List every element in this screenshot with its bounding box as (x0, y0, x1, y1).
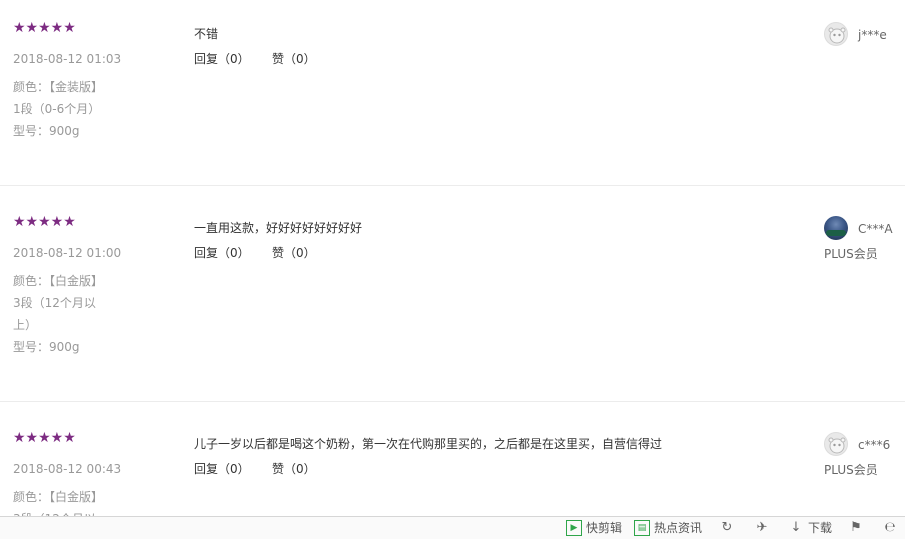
pin-button[interactable]: ✈ (754, 520, 770, 536)
product-attr-color: 颜色：【白金版】 (13, 490, 104, 504)
default-avatar-icon (828, 437, 846, 454)
review-content: 一直用这款，好好好好好好好好 (194, 221, 363, 235)
review-item: ★★★★★ 2018-08-12 00:43 颜色：【白金版】 3段（12个月以… (0, 402, 905, 516)
product-attr-color: 颜色：【白金版】 (13, 274, 104, 288)
ie-icon: ℮ (884, 520, 896, 535)
username[interactable]: C***A (858, 222, 893, 236)
default-avatar-icon (828, 27, 846, 44)
product-attr-stage: 3段（12个月以上） (13, 296, 96, 332)
review-item: ★★★★★ 2018-08-12 01:00 颜色：【白金版】 3段（12个月以… (0, 186, 905, 401)
review-actions: 回复（0） 赞（0） (194, 51, 316, 67)
reply-button[interactable]: 回复（0） (194, 461, 272, 477)
like-button[interactable]: 赞（0） (272, 51, 316, 67)
username[interactable]: j***e (858, 28, 887, 42)
review-date: 2018-08-12 01:00 (13, 246, 122, 260)
refresh-icon: ↻ (721, 520, 733, 535)
quick-cut-button[interactable]: ▶ 快剪辑 (566, 520, 622, 536)
product-attr-model: 型号：900g (13, 124, 80, 138)
avatar[interactable] (824, 432, 848, 456)
browser-status-bar: ▶ 快剪辑 ▤ 热点资讯 ↻ ✈ ↓ 下载 ⚑ ℮ (0, 516, 905, 539)
play-square-icon: ▶ (566, 520, 582, 536)
product-attr-stage: 3段（12个月以 (13, 508, 105, 516)
product-attr-color: 颜色：【金装版】 (13, 80, 104, 94)
avatar[interactable] (824, 22, 848, 46)
pin-icon: ✈ (756, 520, 768, 535)
product-attr-model: 型号：900g (13, 340, 80, 354)
hot-news-button[interactable]: ▤ 热点资讯 (634, 520, 702, 536)
plus-member-badge: PLUS会员 (824, 463, 878, 477)
flag-button[interactable]: ⚑ (848, 520, 864, 536)
review-date: 2018-08-12 01:03 (13, 52, 122, 66)
review-list: ★★★★★ 2018-08-12 01:03 颜色：【金装版】 1段（0-6个月… (0, 0, 905, 516)
review-content: 儿子一岁以后都是喝这个奶粉，第一次在代购那里买的，之后都是在这里买，自营信得过 (194, 437, 663, 451)
download-button[interactable]: ↓ 下载 (788, 520, 832, 536)
review-actions: 回复（0） 赞（0） (194, 245, 316, 261)
reply-button[interactable]: 回复（0） (194, 51, 272, 67)
download-arrow-icon: ↓ (790, 520, 802, 535)
plus-member-badge: PLUS会员 (824, 247, 878, 261)
hot-news-label: 热点资讯 (654, 521, 703, 535)
like-button[interactable]: 赞（0） (272, 461, 316, 477)
refresh-button[interactable]: ↻ (719, 520, 735, 536)
review-content: 不错 (194, 27, 219, 41)
download-label: 下载 (808, 521, 833, 535)
username[interactable]: c***6 (858, 438, 890, 452)
review-actions: 回复（0） 赞（0） (194, 461, 316, 477)
avatar[interactable] (824, 216, 848, 240)
reply-button[interactable]: 回复（0） (194, 245, 272, 261)
star-rating: ★★★★★ (13, 430, 76, 446)
flag-icon: ⚑ (850, 520, 862, 535)
star-rating: ★★★★★ (13, 214, 76, 230)
like-button[interactable]: 赞（0） (272, 245, 316, 261)
product-attr-stage: 1段（0-6个月） (13, 102, 101, 116)
quick-cut-label: 快剪辑 (586, 521, 623, 535)
review-date: 2018-08-12 00:43 (13, 462, 122, 476)
browser-mode-button[interactable]: ℮ (882, 520, 898, 536)
star-rating: ★★★★★ (13, 20, 76, 36)
review-item: ★★★★★ 2018-08-12 01:03 颜色：【金装版】 1段（0-6个月… (0, 0, 905, 185)
news-icon: ▤ (634, 520, 650, 536)
